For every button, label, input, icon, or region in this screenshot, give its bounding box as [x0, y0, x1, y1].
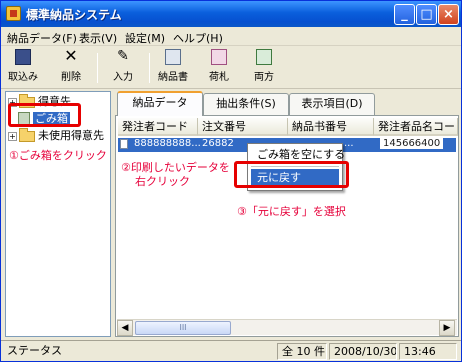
- cell-order-number: 26882: [202, 138, 234, 149]
- pen-icon: ✎: [117, 48, 129, 64]
- cell-delivery-number: ...: [344, 138, 354, 149]
- toolbar-separator: [97, 53, 98, 83]
- tab-strip: 納品データ 抽出条件(S) 表示項目(D): [115, 91, 461, 116]
- status-date: 2008/10/30: [329, 343, 397, 360]
- folder-icon: [19, 127, 35, 142]
- app-window: 標準納品システム _ □ × 納品データ(F) 表示(V) 設定(M) ヘルプ(…: [0, 0, 462, 362]
- print-both-icon: [256, 49, 272, 65]
- toolbar: 取込み ✕ 削除 ✎ 入力 納品書 荷札 両方: [1, 47, 461, 89]
- invoice-button[interactable]: 納品書: [153, 49, 193, 87]
- highlight-box-trash: [8, 103, 81, 127]
- delete-button[interactable]: ✕ 削除: [51, 46, 91, 87]
- tag-button[interactable]: 荷札: [199, 49, 239, 87]
- column-header-orderer-code[interactable]: 発注者コード: [118, 118, 198, 136]
- title-bar[interactable]: 標準納品システム _ □ ×: [1, 1, 461, 27]
- input-button[interactable]: ✎ 入力: [103, 49, 143, 87]
- toolbar-separator: [149, 53, 150, 83]
- document-icon: [120, 139, 128, 149]
- column-header-orderer-item-code[interactable]: 発注者品名コード: [374, 118, 458, 136]
- expand-icon[interactable]: +: [8, 131, 17, 141]
- cell-orderer-code: 888888888...: [134, 138, 201, 149]
- annotation-step3: ③「元に戻す」を選択: [237, 205, 346, 218]
- import-label: 取込み: [8, 72, 38, 83]
- delete-label: 削除: [61, 72, 81, 83]
- column-header-delivery-number[interactable]: 納品书番号: [288, 118, 374, 136]
- horizontal-scrollbar[interactable]: ◀ III ▶: [117, 319, 457, 336]
- menu-item-view[interactable]: 表示(V): [79, 30, 117, 46]
- highlight-box-restore: [234, 161, 349, 188]
- both-label: 両方: [254, 72, 274, 83]
- scroll-thumb[interactable]: III: [135, 321, 231, 335]
- invoice-icon: [165, 49, 181, 65]
- tree-item-label: 未使用得意先: [38, 129, 104, 142]
- column-header-order-number[interactable]: 注文番号: [198, 118, 288, 136]
- tag-icon: [211, 49, 227, 65]
- delete-x-icon: ✕: [64, 46, 78, 65]
- window-title: 標準納品システム: [26, 8, 122, 22]
- import-button[interactable]: 取込み: [3, 49, 43, 87]
- menu-item-settings[interactable]: 設定(M): [125, 30, 165, 46]
- menu-bar: 納品データ(F) 表示(V) 設定(M) ヘルプ(H): [1, 27, 461, 46]
- input-label: 入力: [113, 72, 133, 83]
- tab-extract-conditions[interactable]: 抽出条件(S): [203, 93, 289, 115]
- scroll-left-icon[interactable]: ◀: [117, 320, 133, 336]
- status-time: 13:46: [399, 343, 457, 360]
- close-button[interactable]: ×: [438, 4, 459, 25]
- tab-display-items[interactable]: 表示項目(D): [289, 93, 375, 115]
- menu-item-help[interactable]: ヘルプ(H): [173, 30, 223, 46]
- status-count: 全 10 件: [277, 343, 327, 360]
- tag-label: 荷札: [209, 72, 229, 83]
- annotation-step1: ①ごみ箱をクリック: [9, 149, 107, 162]
- minimize-button[interactable]: _: [394, 4, 415, 25]
- both-button[interactable]: 両方: [244, 49, 284, 87]
- status-bar: ステータス 全 10 件 2008/10/30 13:46: [1, 340, 461, 361]
- maximize-button[interactable]: □: [416, 4, 437, 25]
- annotation-step2-line2: 右クリック: [135, 175, 190, 188]
- menu-item-file[interactable]: 納品データ(F): [7, 30, 77, 46]
- app-icon: [6, 6, 21, 21]
- folder-tree: + 得意先 ごみ箱 + 未使用得意先: [5, 91, 111, 337]
- floppy-disk-icon: [15, 49, 31, 65]
- scroll-right-icon[interactable]: ▶: [439, 320, 455, 336]
- status-label: ステータス: [7, 344, 62, 357]
- tab-delivery-data[interactable]: 納品データ: [117, 91, 203, 116]
- tree-item-unused-customers[interactable]: + 未使用得意先: [8, 127, 104, 143]
- invoice-label: 納品書: [158, 72, 188, 83]
- cell-item-code: 145666400: [380, 138, 444, 149]
